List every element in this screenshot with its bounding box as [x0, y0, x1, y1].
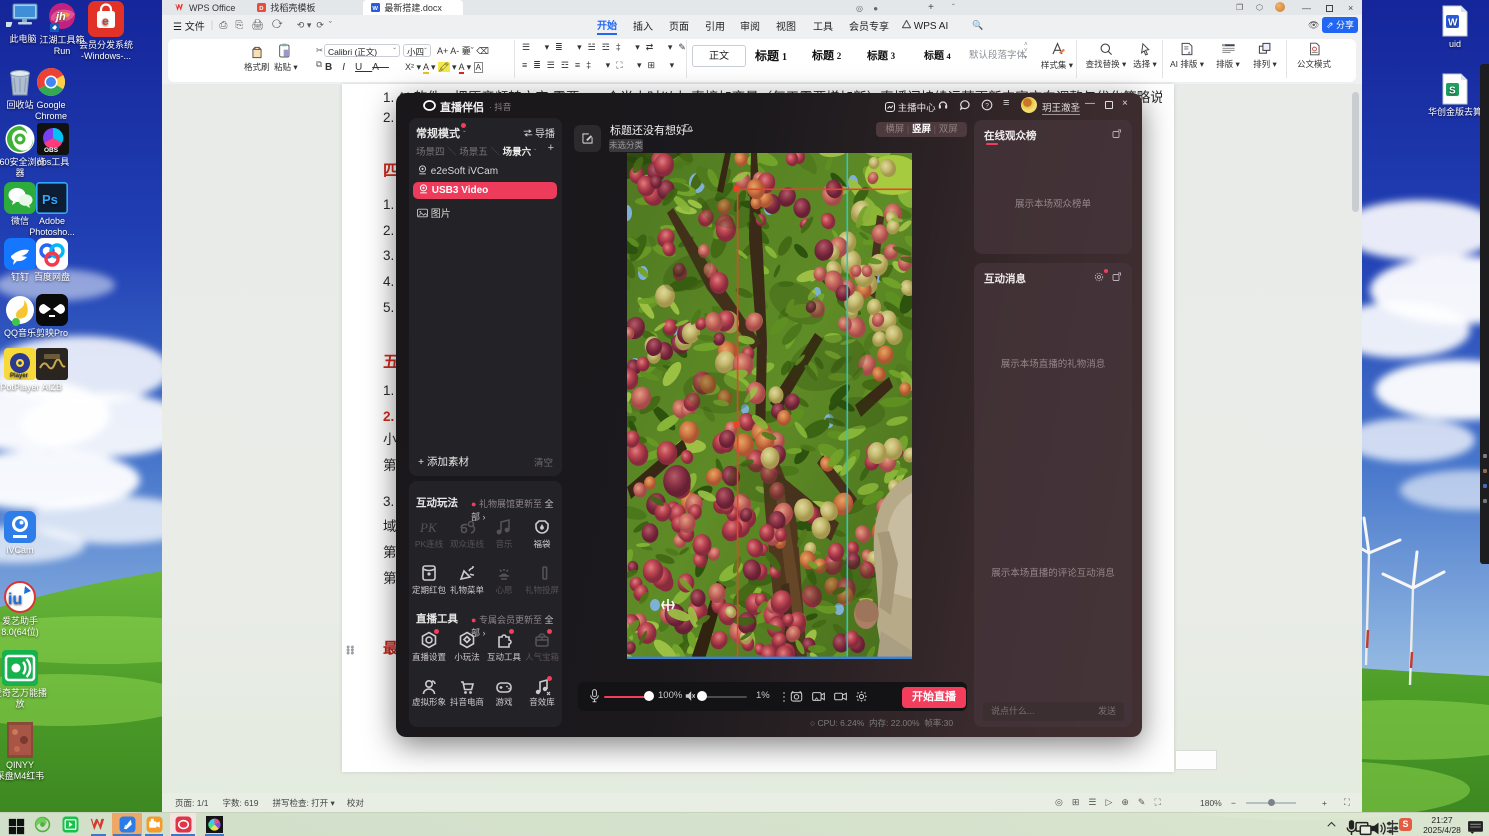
svg-text:PK: PK [420, 520, 438, 535]
svg-text:D: D [260, 6, 264, 12]
svg-text:Ps: Ps [42, 192, 58, 207]
svg-text:e: e [102, 14, 109, 28]
svg-text:W: W [373, 6, 379, 12]
svg-text:?: ? [985, 102, 989, 109]
svg-text:OBS: OBS [44, 147, 59, 154]
svg-text:iu: iu [8, 591, 22, 608]
svg-text:W: W [1448, 18, 1458, 29]
svg-text:jh: jh [54, 11, 66, 23]
svg-text:S: S [1449, 86, 1456, 97]
